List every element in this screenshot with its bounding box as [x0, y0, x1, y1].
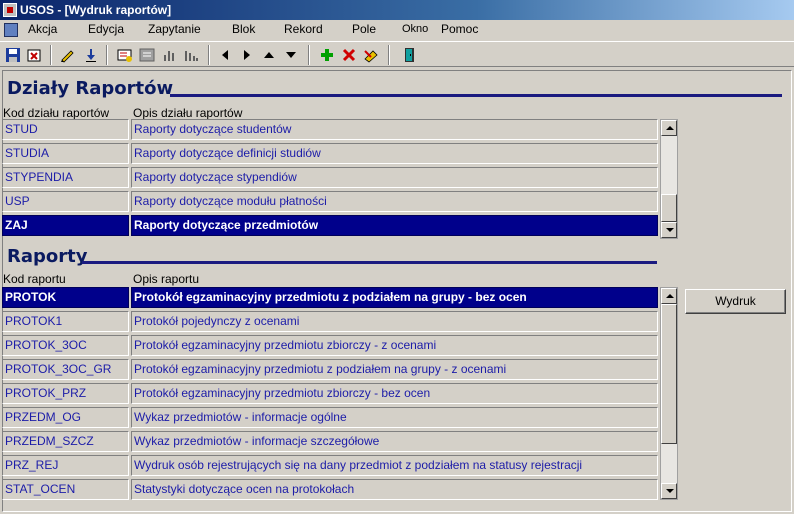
- dzialy-scrollbar[interactable]: [660, 119, 678, 239]
- toolbar-separator: [308, 45, 310, 65]
- scroll-up-button[interactable]: [661, 288, 677, 304]
- scroll-down-button[interactable]: [661, 483, 677, 499]
- raport-code-cell[interactable]: PROTOK_3OC: [2, 335, 129, 356]
- dzial-description-cell[interactable]: Raporty dotyczące stypendiów: [131, 167, 658, 188]
- chart-icon[interactable]: [160, 46, 178, 64]
- raport-code-cell[interactable]: PRZ_REJ: [2, 455, 129, 476]
- raport-code-cell[interactable]: PROTOK: [2, 287, 129, 308]
- menu-blok[interactable]: Blok: [232, 22, 255, 36]
- raport-description-cell[interactable]: Statystyki dotyczące ocen na protokołach: [131, 479, 658, 500]
- menu-zapytanie[interactable]: Zapytanie: [148, 22, 201, 36]
- next-block-icon[interactable]: [238, 46, 256, 64]
- raport-code-cell[interactable]: PROTOK_PRZ: [2, 383, 129, 404]
- dzial-description-cell[interactable]: Raporty dotyczące definicji studiów: [131, 143, 658, 164]
- menu-okno[interactable]: Okno: [402, 23, 428, 35]
- menu-pomoc[interactable]: Pomoc: [441, 22, 478, 36]
- query-icon[interactable]: [116, 46, 134, 64]
- previous-block-icon[interactable]: [216, 46, 234, 64]
- menu-pole[interactable]: Pole: [352, 22, 376, 36]
- app-icon: [3, 3, 17, 17]
- raport-code-cell[interactable]: PRZEDM_OG: [2, 407, 129, 428]
- dzial-code-cell[interactable]: USP: [2, 191, 129, 212]
- print-button[interactable]: Wydruk: [685, 289, 786, 314]
- histogram-icon[interactable]: [182, 46, 200, 64]
- scroll-thumb[interactable]: [661, 194, 677, 222]
- dzial-description-cell[interactable]: Raporty dotyczące studentów: [131, 119, 658, 140]
- clear-record-icon[interactable]: [362, 46, 380, 64]
- menu-akcja[interactable]: Akcja: [28, 22, 57, 36]
- column-header-code: Kod raportu: [3, 272, 66, 286]
- delete-record-icon[interactable]: [340, 46, 358, 64]
- menu-rekord[interactable]: Rekord: [284, 22, 323, 36]
- scroll-thumb[interactable]: [661, 304, 677, 444]
- execute-query-icon[interactable]: [138, 46, 156, 64]
- raport-code-cell[interactable]: PROTOK_3OC_GR: [2, 359, 129, 380]
- toolbar-separator: [388, 45, 390, 65]
- menu-edycja[interactable]: Edycja: [88, 22, 124, 36]
- raport-description-cell[interactable]: Wykaz przedmiotów - informacje szczegóło…: [131, 431, 658, 452]
- toolbar-separator: [106, 45, 108, 65]
- raport-code-cell[interactable]: PROTOK1: [2, 311, 129, 332]
- raport-description-cell[interactable]: Wykaz przedmiotów - informacje ogólne: [131, 407, 658, 428]
- toolbar-separator: [208, 45, 210, 65]
- column-header-description: Opis działu raportów: [133, 106, 243, 120]
- raport-code-cell[interactable]: STAT_OCEN: [2, 479, 129, 500]
- raport-description-cell[interactable]: Protokół egzaminacyjny przedmiotu z podz…: [131, 287, 658, 308]
- raport-description-cell[interactable]: Protokół egzaminacyjny przedmiotu zbiorc…: [131, 383, 658, 404]
- window-title: USOS - [Wydruk raportów]: [20, 3, 172, 17]
- column-header-description: Opis raportu: [133, 272, 200, 286]
- scroll-down-button[interactable]: [661, 222, 677, 238]
- section-underline: [82, 261, 657, 264]
- edit-icon[interactable]: [58, 46, 76, 64]
- dzial-code-cell[interactable]: ZAJ: [2, 215, 129, 236]
- dzial-code-cell[interactable]: STUD: [2, 119, 129, 140]
- section-title-raporty: Raporty: [7, 246, 88, 267]
- section-title-dzialy: Działy Raportów: [7, 78, 174, 99]
- toolbar-separator: [50, 45, 52, 65]
- download-icon[interactable]: [82, 46, 100, 64]
- dzial-code-cell[interactable]: STYPENDIA: [2, 167, 129, 188]
- scroll-up-button[interactable]: [661, 120, 677, 136]
- toolbar: [0, 41, 794, 67]
- raport-description-cell[interactable]: Wydruk osób rejestrujących się na dany p…: [131, 455, 658, 476]
- column-header-code: Kod działu raportów: [3, 106, 110, 120]
- raport-description-cell[interactable]: Protokół pojedynczy z ocenami: [131, 311, 658, 332]
- exit-icon[interactable]: [26, 46, 44, 64]
- raport-description-cell[interactable]: Protokół egzaminacyjny przedmiotu z podz…: [131, 359, 658, 380]
- previous-record-icon[interactable]: [260, 46, 278, 64]
- raport-code-cell[interactable]: PRZEDM_SZCZ: [2, 431, 129, 452]
- raporty-scrollbar[interactable]: [660, 287, 678, 500]
- section-underline: [170, 94, 782, 97]
- menu-bar: Akcja Edycja Zapytanie Blok Rekord Pole …: [0, 20, 794, 40]
- raport-description-cell[interactable]: Protokół egzaminacyjny przedmiotu zbiorc…: [131, 335, 658, 356]
- save-icon[interactable]: [4, 46, 22, 64]
- system-menu-icon[interactable]: [4, 23, 18, 37]
- exit-door-icon[interactable]: [400, 46, 418, 64]
- next-record-icon[interactable]: [282, 46, 300, 64]
- insert-record-icon[interactable]: [318, 46, 336, 64]
- dzial-description-cell[interactable]: Raporty dotyczące modułu płatności: [131, 191, 658, 212]
- dzial-description-cell[interactable]: Raporty dotyczące przedmiotów: [131, 215, 658, 236]
- dzial-code-cell[interactable]: STUDIA: [2, 143, 129, 164]
- title-bar: USOS - [Wydruk raportów]: [0, 0, 794, 20]
